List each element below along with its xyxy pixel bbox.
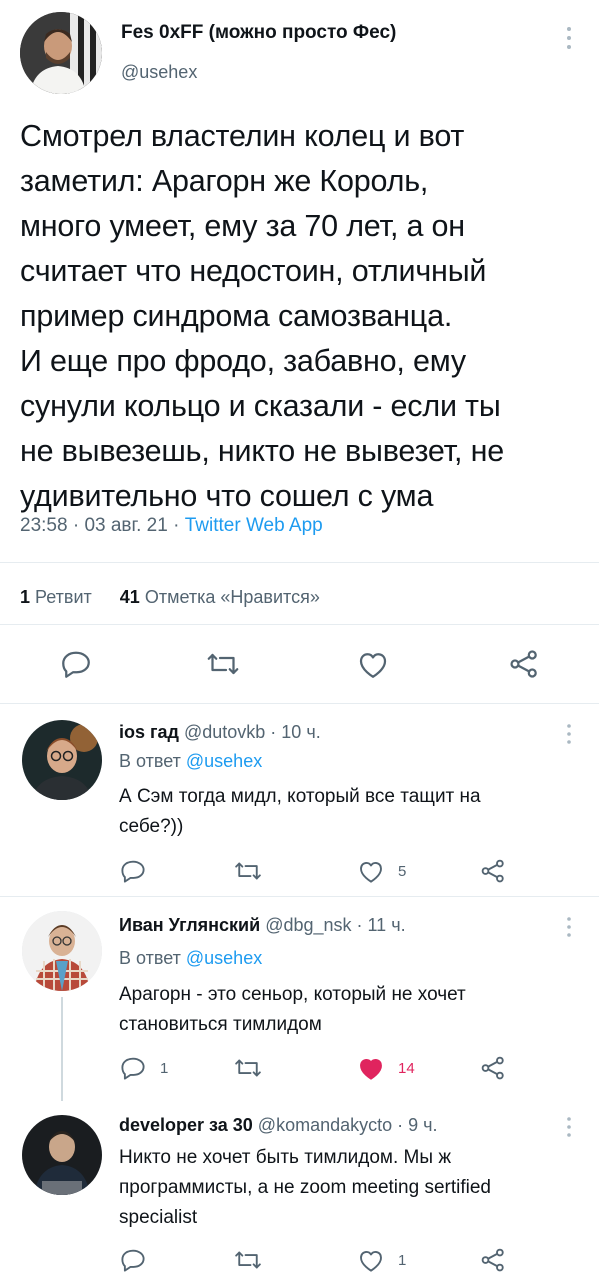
- retweet-icon[interactable]: [233, 1053, 263, 1083]
- reply-icon[interactable]: 1: [118, 1053, 168, 1083]
- replying-to-link[interactable]: @usehex: [186, 751, 262, 771]
- reply-tweet[interactable]: developer за 30 @komandakycto · 9 ч. Ник…: [0, 1097, 599, 1280]
- reply-author-name[interactable]: developer за 30: [119, 1115, 253, 1135]
- divider: [0, 562, 599, 563]
- reply-tweet[interactable]: Иван Углянский @dbg_nsk · 11 ч. В ответ …: [0, 897, 599, 1101]
- likes-stat[interactable]: 41 Отметка «Нравится»: [120, 587, 320, 607]
- share-icon[interactable]: [506, 646, 542, 682]
- reply-icon[interactable]: [118, 1245, 160, 1275]
- like-icon-active[interactable]: 14: [356, 1053, 415, 1083]
- replying-to-link[interactable]: @usehex: [186, 948, 262, 968]
- like-icon[interactable]: 1: [356, 1245, 406, 1275]
- reply-time: · 9 ч.: [392, 1115, 438, 1135]
- meta-separator: ·: [167, 515, 185, 536]
- more-options-icon[interactable]: [559, 915, 579, 939]
- main-tweet: Fes 0xFF (можно просто Фес) @usehex Смот…: [0, 0, 599, 704]
- tweet-stats: 1 Ретвит 41 Отметка «Нравится»: [20, 587, 320, 608]
- meta-separator: ·: [67, 515, 85, 536]
- reply-avatar[interactable]: [22, 720, 102, 800]
- tweet-meta: 23:58 · 03 авг. 21 · Twitter Web App: [20, 515, 323, 537]
- like-count: 5: [398, 862, 407, 880]
- reply-author-name[interactable]: ios гад: [119, 722, 179, 742]
- reply-header: Иван Углянский @dbg_nsk · 11 ч.: [119, 915, 406, 936]
- reply-icon[interactable]: [118, 856, 160, 886]
- reply-author-handle[interactable]: @dbg_nsk: [265, 915, 351, 935]
- replying-to: В ответ @usehex: [119, 751, 262, 772]
- tweet-client-link[interactable]: Twitter Web App: [185, 515, 323, 536]
- replying-to-label: В ответ: [119, 948, 186, 968]
- reply-time: · 11 ч.: [351, 915, 406, 935]
- reply-header: developer за 30 @komandakycto · 9 ч.: [119, 1115, 438, 1136]
- replying-to: В ответ @usehex: [119, 948, 262, 969]
- share-icon[interactable]: [478, 1245, 508, 1275]
- reply-avatar[interactable]: [22, 911, 102, 991]
- reply-time: · 10 ч.: [265, 722, 321, 742]
- retweet-icon[interactable]: [205, 646, 241, 682]
- reply-author-handle[interactable]: @dutovkb: [184, 722, 265, 742]
- reply-icon[interactable]: [58, 646, 94, 682]
- divider: [0, 624, 599, 625]
- retweet-icon[interactable]: [233, 1245, 263, 1275]
- reply-header: ios гад @dutovkb · 10 ч.: [119, 722, 321, 743]
- like-icon[interactable]: 5: [356, 856, 406, 886]
- tweet-text: Смотрел властелин колец и вот заметил: А…: [20, 119, 504, 513]
- author-handle[interactable]: @usehex: [121, 62, 197, 83]
- retweets-stat[interactable]: 1 Ретвит: [20, 587, 92, 607]
- reply-author-handle[interactable]: @komandakycto: [258, 1115, 392, 1135]
- reply-action-bar: 1 14: [0, 1053, 599, 1083]
- reply-text: А Сэм тогда мидл, который все тащит на с…: [119, 786, 481, 837]
- like-count: 1: [398, 1251, 407, 1269]
- reply-text: Арагорн - это сеньор, который не хочет с…: [119, 984, 466, 1035]
- tweet-thread-screen: Fes 0xFF (можно просто Фес) @usehex Смот…: [0, 0, 599, 1280]
- replying-to-label: В ответ: [119, 751, 186, 771]
- reply-action-bar: 5: [0, 856, 599, 886]
- reply-author-name[interactable]: Иван Углянский: [119, 915, 260, 935]
- tweet-action-bar: [0, 640, 599, 690]
- share-icon[interactable]: [478, 856, 508, 886]
- retweet-icon[interactable]: [233, 856, 263, 886]
- share-icon[interactable]: [478, 1053, 508, 1083]
- like-icon[interactable]: [355, 646, 391, 682]
- reply-text: Никто не хочет быть тимлидом. Мы ж прогр…: [119, 1147, 491, 1228]
- reply-avatar[interactable]: [22, 1115, 102, 1195]
- like-count: 14: [398, 1059, 415, 1077]
- tweet-time: 23:58: [20, 515, 68, 536]
- more-options-icon[interactable]: [559, 24, 579, 52]
- author-avatar[interactable]: [20, 12, 102, 94]
- reply-action-bar: 1: [0, 1245, 599, 1275]
- more-options-icon[interactable]: [559, 722, 579, 746]
- reply-tweet[interactable]: ios гад @dutovkb · 10 ч. В ответ @usehex…: [0, 704, 599, 896]
- author-name[interactable]: Fes 0xFF (можно просто Фес): [121, 22, 396, 44]
- thread-connector-line: [61, 997, 63, 1101]
- reply-count: 1: [160, 1059, 169, 1077]
- tweet-date: 03 авг. 21: [84, 515, 168, 536]
- more-options-icon[interactable]: [559, 1115, 579, 1139]
